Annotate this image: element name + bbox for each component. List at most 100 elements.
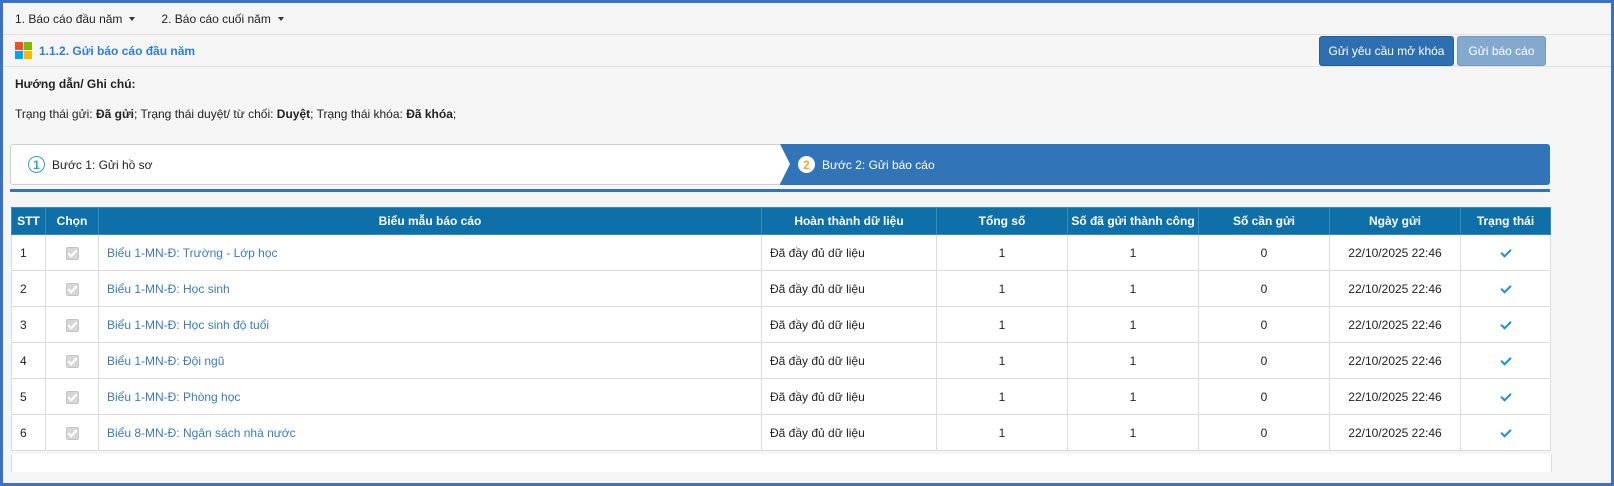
table-row: 1 Biểu 1-MN-Đ: Trường - Lớp học Đã đầy đủ … [11, 234, 1551, 271]
col-header-select: Chọn [45, 207, 99, 235]
row-checkbox[interactable] [65, 282, 79, 296]
send-report-button[interactable]: Gửi báo cáo [1457, 36, 1546, 66]
row-checkbox[interactable] [65, 390, 79, 404]
row-checkbox[interactable] [65, 354, 79, 368]
request-unlock-button[interactable]: Gửi yêu cầu mở khóa [1319, 36, 1454, 66]
row-checkbox[interactable] [65, 426, 79, 440]
table-footer-space [11, 454, 1552, 472]
caret-down-icon [129, 16, 136, 21]
windows-logo-icon [15, 42, 32, 59]
form-link[interactable]: Biểu 1-MN-Đ: Phòng học [107, 390, 240, 404]
row-date: 22/10/2025 22:46 [1329, 306, 1461, 343]
row-completion: Đã đầy đủ dữ liệu [761, 306, 937, 343]
row-pending: 0 [1198, 342, 1330, 379]
col-header-completion: Hoàn thành dữ liệu [761, 207, 937, 235]
form-link[interactable]: Biểu 1-MN-Đ: Học sinh [107, 282, 230, 296]
col-header-pending: Số cần gửi [1198, 207, 1330, 235]
row-status [1460, 306, 1551, 343]
row-pending: 0 [1198, 378, 1330, 415]
row-status [1460, 414, 1551, 451]
row-checkbox[interactable] [65, 318, 79, 332]
row-date: 22/10/2025 22:46 [1329, 234, 1461, 271]
row-form-cell: Biểu 1-MN-Đ: Trường - Lớp học [98, 234, 762, 271]
row-form-cell: Biểu 1-MN-Đ: Đội ngũ [98, 342, 762, 379]
row-status [1460, 378, 1551, 415]
table-header-row: STT Chọn Biểu mẫu báo cáo Hoàn thành dữ … [11, 207, 1551, 235]
col-header-stt: STT [11, 207, 46, 235]
col-header-date: Ngày gửi [1329, 207, 1461, 235]
step-label: Bước 2: Gửi báo cáo [822, 157, 935, 172]
check-icon [1499, 317, 1512, 330]
report-table: STT Chọn Biểu mẫu báo cáo Hoàn thành dữ … [11, 207, 1551, 451]
wizard-steps: 1 Bước 1: Gửi hồ sơ 2 Bước 2: Gửi báo cá… [10, 144, 1550, 185]
row-pending: 0 [1198, 234, 1330, 271]
row-form-cell: Biểu 8-MN-Đ: Ngân sách nhà nước [98, 414, 762, 451]
row-checkbox[interactable] [65, 246, 79, 260]
row-total: 1 [936, 378, 1068, 415]
check-icon [1499, 389, 1512, 402]
form-link[interactable]: Biểu 1-MN-Đ: Đội ngũ [107, 354, 224, 368]
table-row: 6 Biểu 8-MN-Đ: Ngân sách nhà nước Đã đầy đ… [11, 414, 1551, 451]
row-sent: 1 [1067, 342, 1199, 379]
row-stt: 1 [11, 234, 46, 271]
row-select-cell [45, 234, 99, 271]
lock-status-value: Đã khóa [406, 107, 453, 121]
row-sent: 1 [1067, 306, 1199, 343]
step-arrow [780, 144, 790, 184]
step-2[interactable]: 2 Bước 2: Gửi báo cáo [780, 144, 1550, 185]
row-completion: Đã đầy đủ dữ liệu [761, 378, 937, 415]
row-date: 22/10/2025 22:46 [1329, 414, 1461, 451]
menu-item-bao-cao-cuoi-nam[interactable]: 2. Báo cáo cuối năm [161, 12, 284, 26]
row-stt: 3 [11, 306, 46, 343]
title-bar: 1.1.2. Gửi báo cáo đầu năm Gửi yêu cầu m… [3, 35, 1611, 67]
row-select-cell [45, 342, 99, 379]
row-total: 1 [936, 414, 1068, 451]
form-link[interactable]: Biểu 1-MN-Đ: Trường - Lớp học [107, 246, 278, 260]
col-header-form: Biểu mẫu báo cáo [98, 207, 762, 235]
send-status-value: Đã gửi [95, 107, 134, 121]
row-status [1460, 270, 1551, 307]
row-pending: 0 [1198, 306, 1330, 343]
table-row: 5 Biểu 1-MN-Đ: Phòng học Đã đầy đủ dữ liệu… [11, 378, 1551, 415]
row-select-cell [45, 270, 99, 307]
table-row: 2 Biểu 1-MN-Đ: Học sinh Đã đầy đủ dữ liệu 1… [11, 270, 1551, 307]
form-link[interactable]: Biểu 8-MN-Đ: Ngân sách nhà nước [107, 426, 296, 440]
row-pending: 0 [1198, 270, 1330, 307]
row-completion: Đã đầy đủ dữ liệu [761, 342, 937, 379]
approve-status-value: Duyệt [276, 107, 311, 121]
row-total: 1 [936, 342, 1068, 379]
row-stt: 4 [11, 342, 46, 379]
step-divider [10, 189, 1550, 192]
row-total: 1 [936, 234, 1068, 271]
caret-down-icon [277, 16, 284, 21]
row-select-cell [45, 414, 99, 451]
step-1[interactable]: 1 Bước 1: Gửi hồ sơ [10, 144, 782, 185]
send-status-label: Trạng thái gửi: [15, 107, 96, 121]
status-summary: Trạng thái gửi: Đã gửi; Trạng thái duyệt… [15, 107, 1599, 121]
row-sent: 1 [1067, 234, 1199, 271]
row-status [1460, 234, 1551, 271]
step-number-badge: 1 [28, 156, 45, 173]
guide-section: Hướng dẫn/ Ghi chú: Trạng thái gửi: Đã g… [3, 77, 1611, 121]
guide-title: Hướng dẫn/ Ghi chú: [15, 77, 136, 91]
page-title: 1.1.2. Gửi báo cáo đầu năm [39, 43, 196, 58]
row-completion: Đã đầy đủ dữ liệu [761, 414, 937, 451]
check-icon [1499, 353, 1512, 366]
row-date: 22/10/2025 22:46 [1329, 270, 1461, 307]
row-form-cell: Biểu 1-MN-Đ: Học sinh độ tuổi [98, 306, 762, 343]
row-status [1460, 342, 1551, 379]
row-stt: 5 [11, 378, 46, 415]
row-sent: 1 [1067, 414, 1199, 451]
row-date: 22/10/2025 22:46 [1329, 378, 1461, 415]
table-row: 3 Biểu 1-MN-Đ: Học sinh độ tuổi Đã đầy đủ … [11, 306, 1551, 343]
menu-item-bao-cao-dau-nam[interactable]: 1. Báo cáo đầu năm [15, 11, 136, 26]
row-sent: 1 [1067, 378, 1199, 415]
row-completion: Đã đầy đủ dữ liệu [761, 234, 937, 271]
row-form-cell: Biểu 1-MN-Đ: Học sinh [98, 270, 762, 307]
row-select-cell [45, 378, 99, 415]
row-select-cell [45, 306, 99, 343]
menu-item-label: 1. Báo cáo đầu năm [15, 11, 123, 26]
row-total: 1 [936, 270, 1068, 307]
status-end: ; [452, 107, 457, 121]
form-link[interactable]: Biểu 1-MN-Đ: Học sinh độ tuổi [107, 318, 269, 332]
